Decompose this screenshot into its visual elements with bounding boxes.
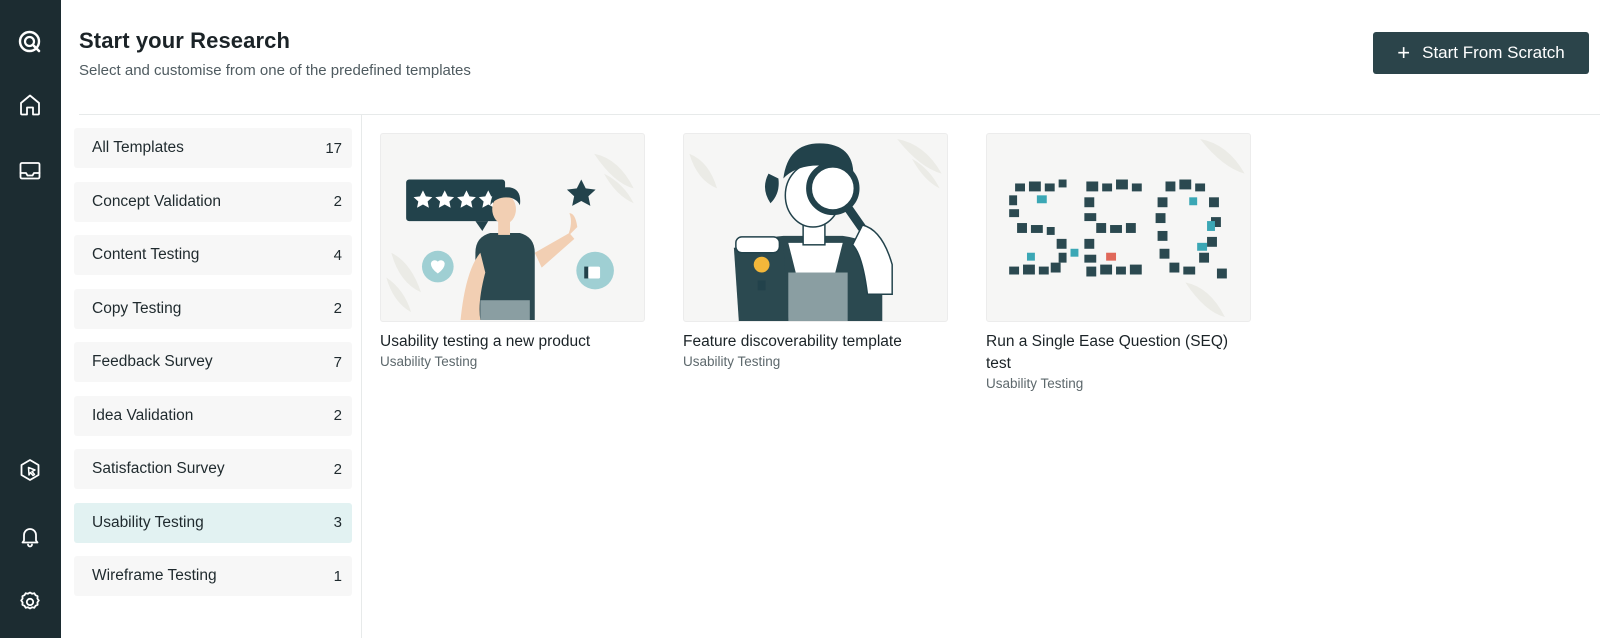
template-card-seq-test[interactable]: Run a Single Ease Question (SEQ) test Us… (986, 133, 1251, 391)
bell-icon[interactable] (12, 518, 48, 554)
category-item-copy-testing[interactable]: Copy Testing 2 (74, 288, 352, 329)
template-title: Run a Single Ease Question (SEQ) test (986, 333, 1229, 372)
inbox-icon[interactable] (12, 153, 48, 189)
start-from-scratch-button[interactable]: + Start From Scratch (1373, 32, 1589, 74)
category-item-satisfaction-survey[interactable]: Satisfaction Survey 2 (74, 449, 352, 489)
category-count: 2 (333, 407, 342, 424)
category-item-wireframe-testing[interactable]: Wireframe Testing 1 (74, 556, 352, 596)
category-count: 4 (333, 246, 342, 264)
gear-icon[interactable] (12, 584, 48, 620)
template-thumbnail (380, 133, 645, 322)
page-title: Start your Research (79, 28, 290, 53)
person-magnifying-glass-illustration (689, 138, 942, 321)
category-count: 2 (333, 193, 342, 210)
header-divider (79, 114, 1600, 115)
category-label: Concept Validation (92, 192, 221, 210)
category-label: Feedback Survey (92, 353, 213, 370)
template-card-usability-new-product[interactable]: Usability testing a new product Usabilit… (380, 133, 645, 369)
seq-icon-collage-illustration (1009, 138, 1245, 318)
sidebar-divider (361, 115, 362, 638)
category-item-idea-validation[interactable]: Idea Validation 2 (74, 395, 352, 436)
category-count: 7 (333, 353, 342, 371)
category-label: Usability Testing (92, 513, 204, 531)
category-label: Satisfaction Survey (92, 460, 225, 477)
category-count: 1 (333, 567, 342, 585)
template-category: Usability Testing (986, 376, 1084, 391)
template-category: Usability Testing (380, 354, 478, 369)
category-label: Idea Validation (92, 406, 194, 424)
category-label: Copy Testing (92, 299, 182, 317)
category-count: 2 (333, 460, 342, 478)
page-subtitle: Select and customise from one of the pre… (79, 62, 471, 79)
category-count: 3 (333, 514, 342, 531)
logo-icon[interactable] (12, 24, 48, 60)
category-item-concept-validation[interactable]: Concept Validation 2 (74, 181, 352, 222)
template-category: Usability Testing (683, 354, 781, 369)
cursor-icon[interactable] (12, 452, 48, 488)
main-content: Start your Research Select and customise… (61, 0, 1600, 638)
home-icon[interactable] (12, 87, 48, 123)
category-list: All Templates 17 Concept Validation 2 Co… (74, 128, 352, 610)
template-thumbnail (683, 133, 948, 322)
category-count: 2 (333, 300, 342, 317)
category-count: 17 (325, 139, 342, 157)
template-card-feature-discoverability[interactable]: Feature discoverability template Usabili… (683, 133, 948, 369)
category-label: Content Testing (92, 246, 200, 263)
template-title: Usability testing a new product (380, 333, 591, 350)
category-item-all-templates[interactable]: All Templates 17 (74, 128, 352, 168)
category-item-content-testing[interactable]: Content Testing 4 (74, 235, 352, 275)
category-label: Wireframe Testing (92, 567, 217, 584)
category-label: All Templates (92, 139, 184, 156)
category-item-usability-testing[interactable]: Usability Testing 3 (74, 502, 352, 543)
plus-icon: + (1397, 40, 1411, 65)
start-from-scratch-label: Start From Scratch (1422, 43, 1565, 62)
nav-rail (0, 0, 61, 638)
category-item-feedback-survey[interactable]: Feedback Survey 7 (74, 342, 352, 382)
page-header: Start your Research Select and customise… (79, 28, 471, 79)
template-thumbnail (986, 133, 1251, 322)
template-title: Feature discoverability template (683, 333, 902, 350)
person-rating-stars-illustration (386, 153, 634, 321)
